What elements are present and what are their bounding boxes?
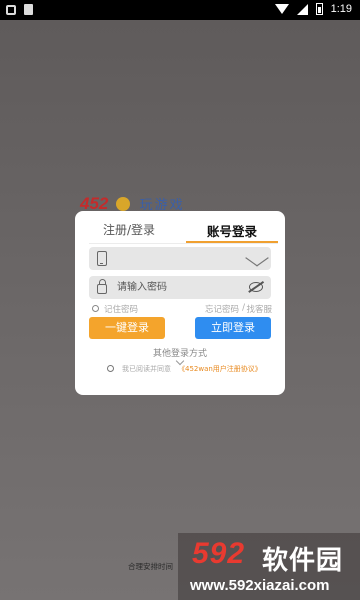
watermark-number: 592 — [192, 537, 246, 570]
login-now-button[interactable]: 立即登录 — [195, 317, 271, 339]
find-service-link[interactable]: 找客服 — [246, 303, 272, 315]
tab-register-login[interactable]: 注册/登录 — [103, 221, 155, 238]
bottom-hint: 合理安排时间 — [128, 562, 173, 571]
one-click-login-button[interactable]: 一键登录 — [89, 317, 165, 339]
eye-off-icon[interactable] — [249, 282, 263, 292]
agreement-link[interactable]: 《452wan用户注册协议》 — [178, 364, 262, 374]
links-separator: / — [242, 303, 245, 313]
lock-icon — [97, 279, 107, 294]
password-input[interactable] — [117, 279, 237, 296]
tabs-divider — [89, 243, 278, 244]
signal-icon — [296, 3, 308, 15]
status-time: 1:19 — [330, 3, 352, 15]
watermark-text: 软件园 — [262, 546, 344, 576]
forgot-password-link[interactable]: 忘记密码 — [205, 303, 239, 315]
logo-dot-icon — [116, 196, 131, 211]
account-input[interactable] — [117, 250, 237, 267]
remember-password-label[interactable]: 记住密码 — [104, 303, 138, 315]
wifi-icon — [274, 4, 289, 14]
agreement-radio[interactable] — [107, 365, 114, 372]
site-watermark: 592 软件园 www.592xiazai.com — [178, 533, 360, 600]
tab-account-login[interactable]: 账号登录 — [207, 221, 257, 240]
password-field — [89, 276, 271, 299]
account-dropdown-icon[interactable] — [245, 249, 269, 267]
account-field — [89, 247, 271, 270]
notification-icon — [6, 4, 16, 15]
phone-icon — [97, 251, 107, 266]
battery-icon — [315, 3, 323, 15]
watermark-url: www.592xiazai.com — [190, 577, 330, 594]
status-bar: 1:19 — [0, 0, 360, 20]
remember-password-radio[interactable] — [92, 305, 99, 312]
login-dialog: 注册/登录 账号登录 记住密码 忘记密码 / 找客服 一键登录 立即登录 其他登… — [75, 211, 285, 395]
agreement-text: 我已阅读并同意 — [122, 365, 171, 373]
sim-icon — [24, 4, 33, 15]
